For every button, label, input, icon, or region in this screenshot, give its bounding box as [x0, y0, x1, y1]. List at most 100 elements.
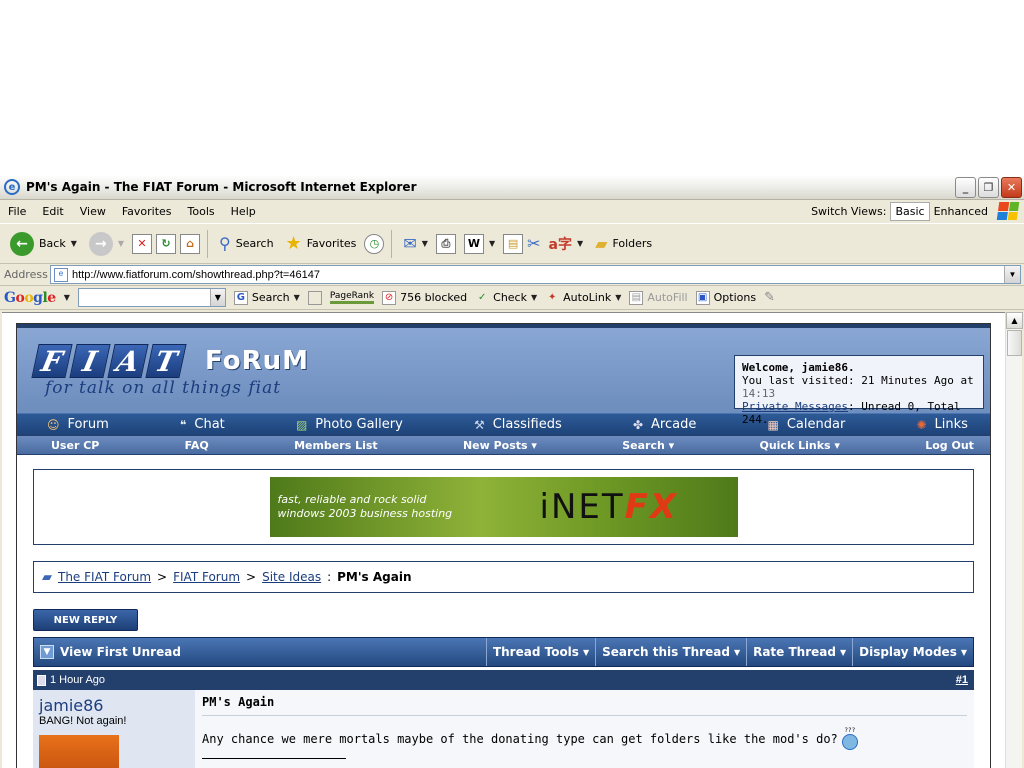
nav-arcade[interactable]: ✤ Arcade [633, 417, 696, 432]
minimize-button[interactable]: _ [955, 176, 976, 198]
breadcrumb-home-link[interactable]: The FIAT Forum [58, 570, 151, 584]
google-search-button[interactable]: G Search ▼ [233, 290, 300, 305]
view-enhanced-button[interactable]: Enhanced [934, 205, 988, 218]
cut-scissors-icon[interactable]: ✂ [527, 234, 540, 253]
nav-members-list[interactable]: Members List [294, 439, 378, 452]
ie-icon: e [4, 179, 20, 195]
mail-button[interactable]: ✉ ▼ [399, 232, 432, 255]
private-messages-link[interactable]: Private Messages [742, 400, 848, 413]
pagerank-indicator[interactable]: PageRank [329, 291, 375, 304]
breadcrumb-separator: > [246, 570, 257, 584]
new-reply-button[interactable]: NEW REPLY [33, 609, 138, 631]
nav-chat[interactable]: ❝ Chat [180, 417, 225, 432]
home-icon[interactable]: ⌂ [180, 233, 201, 254]
nav-arcade-label: Arcade [651, 417, 697, 432]
translate-dropdown-icon[interactable]: ▼ [577, 239, 583, 248]
welcome-box: Welcome, jamie86. You last visited: 21 M… [734, 355, 984, 426]
switch-views-label: Switch Views: [811, 205, 887, 218]
logo-tagline: for talk on all things fiat [45, 378, 282, 398]
google-search-dropdown-icon[interactable]: ▼ [209, 289, 225, 306]
nav-search[interactable]: Search ▾ [622, 439, 674, 452]
back-button[interactable]: ← Back ▼ [6, 230, 81, 258]
breadcrumb-forum-link[interactable]: FIAT Forum [173, 570, 240, 584]
search-thread-menu[interactable]: Search this Thread ▼ [595, 638, 746, 666]
nav-forum[interactable]: ☺ Forum [47, 417, 109, 432]
back-label: Back [39, 237, 66, 250]
close-button[interactable]: ✕ [1001, 176, 1022, 198]
history-icon[interactable]: ◷ [364, 233, 385, 254]
mail-dropdown-icon[interactable]: ▼ [422, 239, 428, 248]
forward-dropdown-icon[interactable]: ▼ [118, 239, 124, 248]
nav-photo-gallery[interactable]: ▨ Photo Gallery [296, 417, 403, 432]
google-toolbar: Google ▼ ▼ G Search ▼ PageRank ⊘ 756 blo… [0, 286, 1024, 310]
check-dropdown-icon[interactable]: ▼ [531, 293, 537, 302]
menu-tools[interactable]: Tools [180, 205, 223, 218]
highlighter-icon[interactable]: ✎ [764, 290, 775, 305]
favorites-button[interactable]: ★ Favorites [282, 231, 361, 256]
fiat-forum-logo[interactable]: F I A T FoRuM for talk on all things fia… [31, 344, 308, 398]
forward-button[interactable]: → ▼ [85, 230, 128, 258]
breadcrumb-current: PM's Again [337, 570, 412, 584]
nav-user-cp[interactable]: User CP [51, 439, 99, 452]
menu-file[interactable]: File [0, 205, 34, 218]
stop-icon[interactable]: ✕ [132, 233, 153, 254]
edit-dropdown-icon[interactable]: ▼ [489, 239, 495, 248]
nav-faq[interactable]: FAQ [185, 439, 209, 452]
address-dropdown-icon[interactable]: ▼ [1004, 266, 1020, 283]
clipboard-icon[interactable]: ▤ [503, 233, 524, 254]
menu-help[interactable]: Help [223, 205, 264, 218]
address-label: Address [4, 268, 48, 281]
logo-letter: F [31, 344, 73, 378]
search-button[interactable]: ⚲ Search [215, 232, 278, 255]
popup-blocker-button[interactable]: ⊘ 756 blocked [382, 290, 467, 305]
menu-edit[interactable]: Edit [34, 205, 71, 218]
post-username[interactable]: jamie86 [39, 696, 189, 715]
translate-button[interactable]: a字 ▼ [545, 232, 588, 256]
back-dropdown-icon[interactable]: ▼ [71, 239, 77, 248]
inetfx-banner-ad[interactable]: fast, reliable and rock solid windows 20… [269, 477, 738, 537]
gamepad-icon: ✤ [632, 417, 643, 432]
scroll-thumb[interactable] [1007, 330, 1022, 356]
forum-header: F I A T FoRuM for talk on all things fia… [17, 324, 990, 426]
edit-button[interactable]: W ▼ [460, 232, 499, 256]
address-bar: Address e http://www.fiatforum.com/showt… [0, 264, 1024, 286]
view-basic-button[interactable]: Basic [890, 202, 930, 221]
menu-favorites[interactable]: Favorites [114, 205, 180, 218]
post-number-link[interactable]: #1 [956, 674, 968, 686]
news-icon[interactable] [307, 290, 322, 305]
view-first-unread-link[interactable]: ▼ View First Unread [34, 638, 486, 666]
autofill-button[interactable]: ▤ AutoFill [629, 290, 688, 305]
restore-button[interactable]: ❐ [978, 176, 999, 198]
nav-log-out[interactable]: Log Out [925, 439, 974, 452]
google-logo[interactable]: Google [4, 290, 56, 306]
print-icon[interactable]: ⎙ [435, 233, 456, 254]
autolink-wand-icon: ✦ [547, 292, 557, 303]
breadcrumb: ▰ The FIAT Forum > FIAT Forum > Site Ide… [33, 561, 974, 593]
nav-classifieds[interactable]: ⚒ Classifieds [474, 417, 562, 432]
options-icon: ▣ [695, 290, 710, 305]
folder-open-icon: ▰ [42, 569, 52, 585]
search-thread-label: Search this Thread [602, 645, 730, 659]
menu-view[interactable]: View [72, 205, 114, 218]
spell-check-button[interactable]: ✓ Check ▼ [475, 291, 537, 305]
nav-quick-links[interactable]: Quick Links ▾ [759, 439, 839, 452]
autolink-dropdown-icon[interactable]: ▼ [615, 293, 621, 302]
back-arrow-icon: ← [10, 231, 34, 256]
rate-thread-menu[interactable]: Rate Thread ▼ [746, 638, 852, 666]
banner-text-line2: windows 2003 business hosting [277, 507, 453, 520]
google-search-label: Search [251, 291, 290, 304]
address-input[interactable]: e http://www.fiatforum.com/showthread.ph… [50, 265, 1021, 284]
nav-new-posts[interactable]: New Posts ▾ [463, 439, 537, 452]
display-modes-menu[interactable]: Display Modes ▼ [852, 638, 973, 666]
google-menu-dropdown-icon[interactable]: ▼ [64, 293, 70, 302]
vertical-scrollbar[interactable]: ▲ [1005, 312, 1023, 768]
thread-tools-menu[interactable]: Thread Tools ▼ [485, 638, 595, 666]
breadcrumb-section-link[interactable]: Site Ideas [262, 570, 321, 584]
autolink-button[interactable]: ✦ AutoLink ▼ [545, 291, 621, 305]
refresh-icon[interactable]: ↻ [156, 233, 177, 254]
google-search-input[interactable]: ▼ [77, 288, 226, 307]
scroll-up-icon[interactable]: ▲ [1006, 312, 1023, 329]
google-search-dropdown-arrow-icon[interactable]: ▼ [294, 293, 300, 302]
options-button[interactable]: ▣ Options [695, 290, 756, 305]
folders-button[interactable]: ▰ Folders [591, 232, 656, 255]
